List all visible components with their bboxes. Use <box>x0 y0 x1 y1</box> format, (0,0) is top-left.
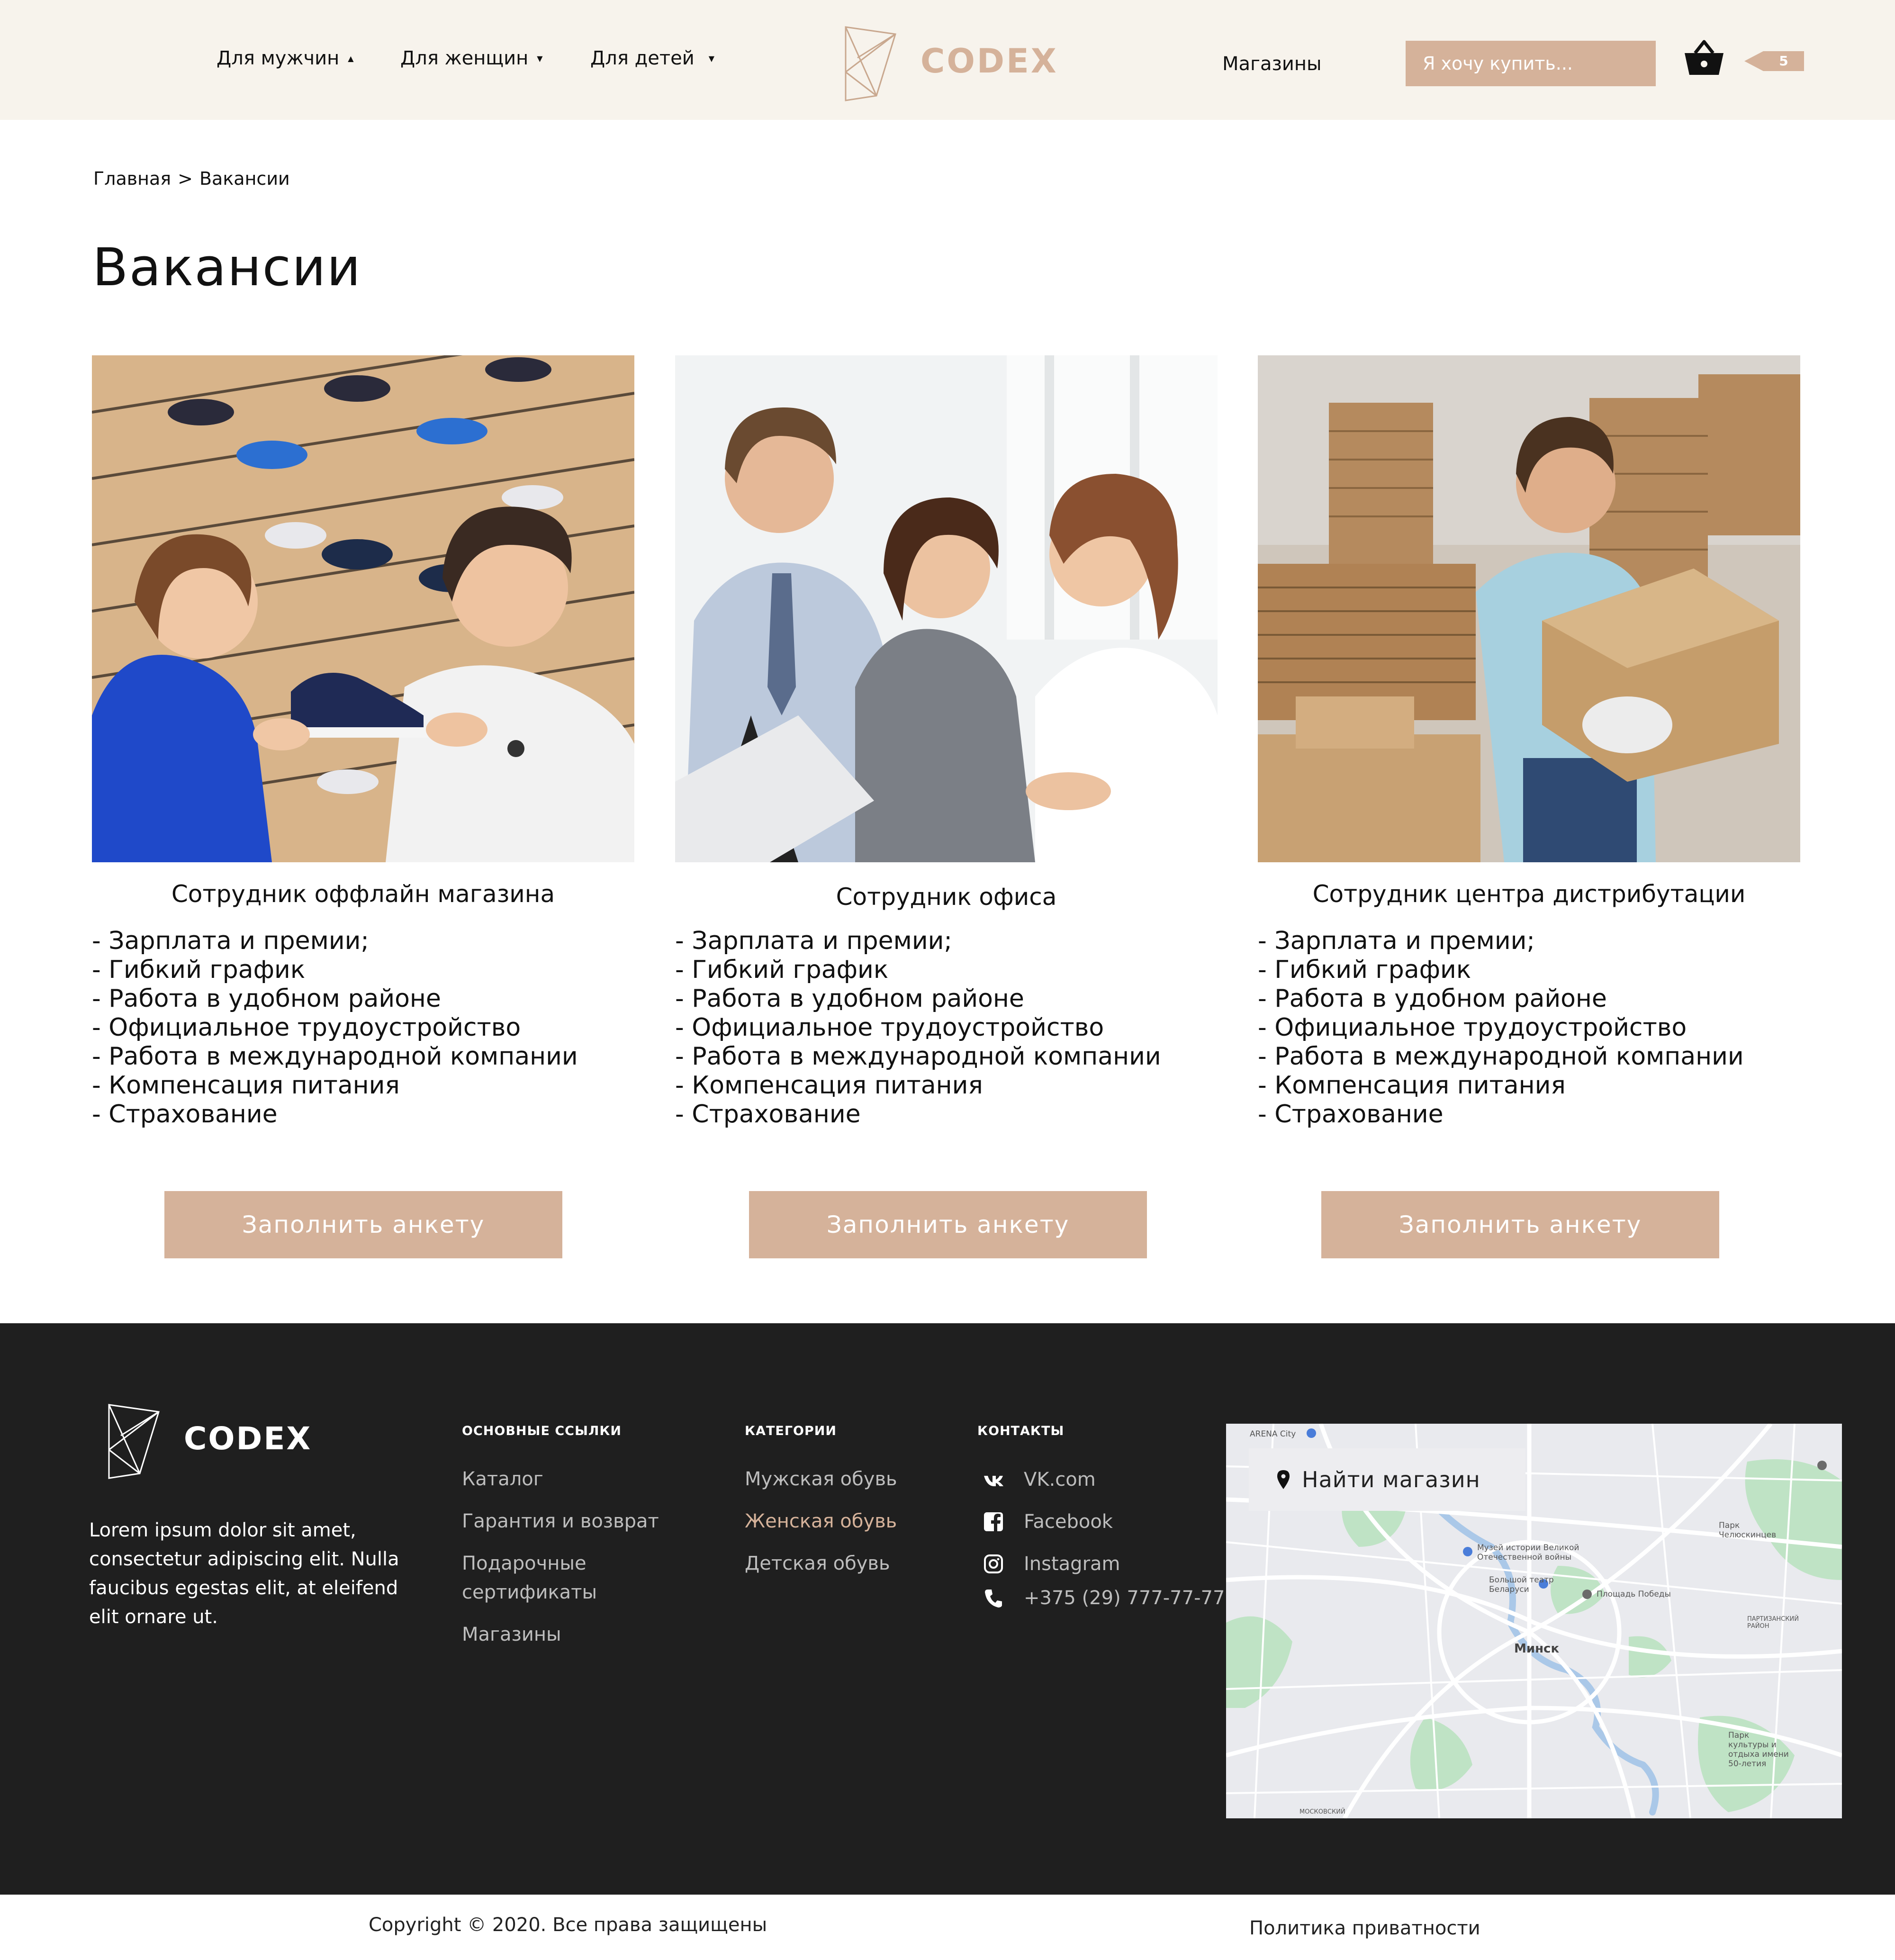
footer-about-text: Lorem ipsum dolor sit amet, consectetur … <box>89 1519 399 1628</box>
nav-men-label[interactable]: Для мужчин <box>217 47 339 69</box>
benefit-item: - Работа в международной компании <box>675 1042 1161 1071</box>
footer-links-heading: ОСНОВНЫЕ ССЫЛКИ <box>462 1424 622 1438</box>
vacancy-title: Сотрудник оффлайн магазина <box>171 880 555 908</box>
footer-link-warranty[interactable]: Гарантия и возврат <box>462 1507 659 1536</box>
store-employee-photo <box>92 355 634 862</box>
basket-icon[interactable] <box>1683 39 1725 77</box>
instagram-icon <box>984 1554 1003 1573</box>
benefit-item: - Работа в удобном районе <box>92 985 441 1013</box>
vk-icon <box>984 1476 1003 1486</box>
map-label-park-1: Парк Челюскинцев <box>1719 1521 1777 1540</box>
footer-contact-vk[interactable]: VK.com <box>983 1469 1096 1490</box>
nav-kids[interactable]: Для детей ▼ <box>590 47 714 69</box>
footer-category-kids[interactable]: Детская обувь <box>745 1549 890 1578</box>
footer-contact-instagram-label[interactable]: Instagram <box>1024 1553 1120 1575</box>
footer-link-gift-cards[interactable]: Подарочные сертификаты <box>462 1549 661 1607</box>
map-label-city: Минск <box>1514 1642 1560 1656</box>
footer-logo-mark-icon[interactable] <box>107 1402 161 1481</box>
vacancy-card-distribution: Сотрудник центра дистрибутации - Зарплат… <box>1258 355 1800 1129</box>
footer-contacts-heading: КОНТАКТЫ <box>977 1424 1065 1438</box>
nav-men[interactable]: Для мужчин ▲ <box>217 47 354 69</box>
benefit-item: - Работа в международной компании <box>92 1042 578 1071</box>
map-label-district: ПАРТИЗАНСКИЙ РАЙОН <box>1747 1616 1799 1630</box>
benefit-item: - Компенсация питания <box>92 1071 400 1100</box>
benefit-item: - Зарплата и премии; <box>675 927 952 955</box>
footer-logo-text[interactable]: CODEX <box>184 1420 312 1457</box>
footer-categories-heading: КАТЕГОРИИ <box>745 1424 837 1438</box>
phone-icon <box>985 1590 1002 1608</box>
benefit-item: - Гибкий график <box>1258 956 1471 984</box>
breadcrumb-home[interactable]: Главная <box>93 168 171 189</box>
chevron-up-icon: ▲ <box>348 54 354 63</box>
benefit-item: - Официальное трудоустройство <box>1258 1013 1687 1042</box>
footer-category-men[interactable]: Мужская обувь <box>745 1465 897 1494</box>
map-label-arena: ARENA City <box>1250 1429 1296 1439</box>
breadcrumb-separator: > <box>178 168 193 189</box>
benefit-item: - Работа в международной компании <box>1258 1042 1744 1071</box>
warehouse-employee-photo <box>1258 355 1800 862</box>
benefit-item: - Работа в удобном районе <box>1258 985 1607 1013</box>
benefit-item: - Страхование <box>675 1100 861 1129</box>
site-header: Для мужчин ▲ Для женщин ▼ Для детей ▼ CO… <box>0 0 1895 120</box>
page-title: Вакансии <box>92 237 362 298</box>
facebook-icon <box>984 1512 1003 1531</box>
footer-contact-instagram[interactable]: Instagram <box>983 1553 1120 1575</box>
map-pin-icon <box>1277 1470 1290 1489</box>
footer-category-women[interactable]: Женская обувь <box>745 1507 897 1536</box>
footer-link-stores[interactable]: Магазины <box>462 1620 561 1649</box>
benefits-list: - Зарплата и премии; - Гибкий график - Р… <box>675 927 1218 1129</box>
vacancy-title: Сотрудник центра дистрибутации <box>1312 880 1746 908</box>
nav-women[interactable]: Для женщин ▼ <box>400 47 543 69</box>
benefit-item: - Гибкий график <box>675 956 889 984</box>
benefit-item: - Работа в удобном районе <box>675 985 1024 1013</box>
breadcrumb-current: Вакансии <box>199 168 290 189</box>
logo-text[interactable]: CODEX <box>920 42 1058 81</box>
footer-contact-phone[interactable]: +375 (29) 777-77-77 <box>983 1587 1225 1609</box>
nav-women-label[interactable]: Для женщин <box>400 47 528 69</box>
benefit-item: - Зарплата и премии; <box>1258 927 1535 955</box>
map-label-moscow: МОСКОВСКИЙ <box>1299 1808 1345 1815</box>
search-input[interactable] <box>1406 41 1656 86</box>
footer-contact-vk-label[interactable]: VK.com <box>1024 1469 1096 1490</box>
vacancy-title: Сотрудник офиса <box>836 883 1057 911</box>
cart-count: 5 <box>1779 53 1788 69</box>
map-label-park-2: Парк культуры и отдыха имени 50-летия <box>1728 1731 1789 1769</box>
store-map[interactable]: ARENA City Музей истории Великой Отечест… <box>1226 1424 1842 1818</box>
apply-button-distribution[interactable]: Заполнить анкету <box>1321 1191 1719 1258</box>
benefits-list: - Зарплата и премии; - Гибкий график - Р… <box>92 927 634 1129</box>
footer-contact-facebook-label[interactable]: Facebook <box>1024 1511 1113 1533</box>
footer-contact-phone-label[interactable]: +375 (29) 777-77-77 <box>1024 1587 1225 1609</box>
map-label-museum: Музей истории Великой Отечественной войн… <box>1477 1543 1579 1562</box>
find-store-button[interactable]: Найти магазин <box>1249 1448 1525 1511</box>
copyright-text: Copyright © 2020. Все права защищены <box>369 1914 767 1936</box>
benefits-list: - Зарплата и премии; - Гибкий график - Р… <box>1258 927 1800 1129</box>
benefit-item: - Официальное трудоустройство <box>92 1013 521 1042</box>
benefit-item: - Компенсация питания <box>1258 1071 1566 1100</box>
apply-button-store[interactable]: Заполнить анкету <box>164 1191 562 1258</box>
breadcrumb: Главная > Вакансии <box>93 168 290 189</box>
benefit-item: - Страхование <box>92 1100 278 1129</box>
benefit-item: - Официальное трудоустройство <box>675 1013 1104 1042</box>
chevron-down-icon: ▼ <box>708 54 715 63</box>
footer-contact-facebook[interactable]: Facebook <box>983 1511 1113 1533</box>
find-store-label: Найти магазин <box>1302 1467 1480 1492</box>
cart-badge[interactable]: 5 <box>1744 51 1804 71</box>
nav-kids-label[interactable]: Для детей <box>590 47 695 69</box>
logo-mark-icon[interactable] <box>843 25 898 103</box>
footer-link-catalog[interactable]: Каталог <box>462 1465 543 1494</box>
privacy-policy-link[interactable]: Политика приватности <box>1249 1917 1480 1939</box>
vacancy-card-store: Сотрудник оффлайн магазина - Зарплата и … <box>92 355 634 1129</box>
benefit-item: - Страхование <box>1258 1100 1444 1129</box>
apply-button-office[interactable]: Заполнить анкету <box>749 1191 1147 1258</box>
benefit-item: - Зарплата и премии; <box>92 927 369 955</box>
map-label-square: Площадь Победы <box>1597 1590 1671 1599</box>
benefit-item: - Компенсация питания <box>675 1071 983 1100</box>
map-label-theatre: Большой театр Беларуси <box>1489 1575 1554 1594</box>
benefit-item: - Гибкий график <box>92 956 306 984</box>
chevron-down-icon: ▼ <box>537 54 543 63</box>
vacancy-card-office: Сотрудник офиса - Зарплата и премии; - Г… <box>675 355 1218 1129</box>
office-employee-photo <box>675 355 1218 862</box>
stores-link[interactable]: Магазины <box>1222 53 1322 75</box>
